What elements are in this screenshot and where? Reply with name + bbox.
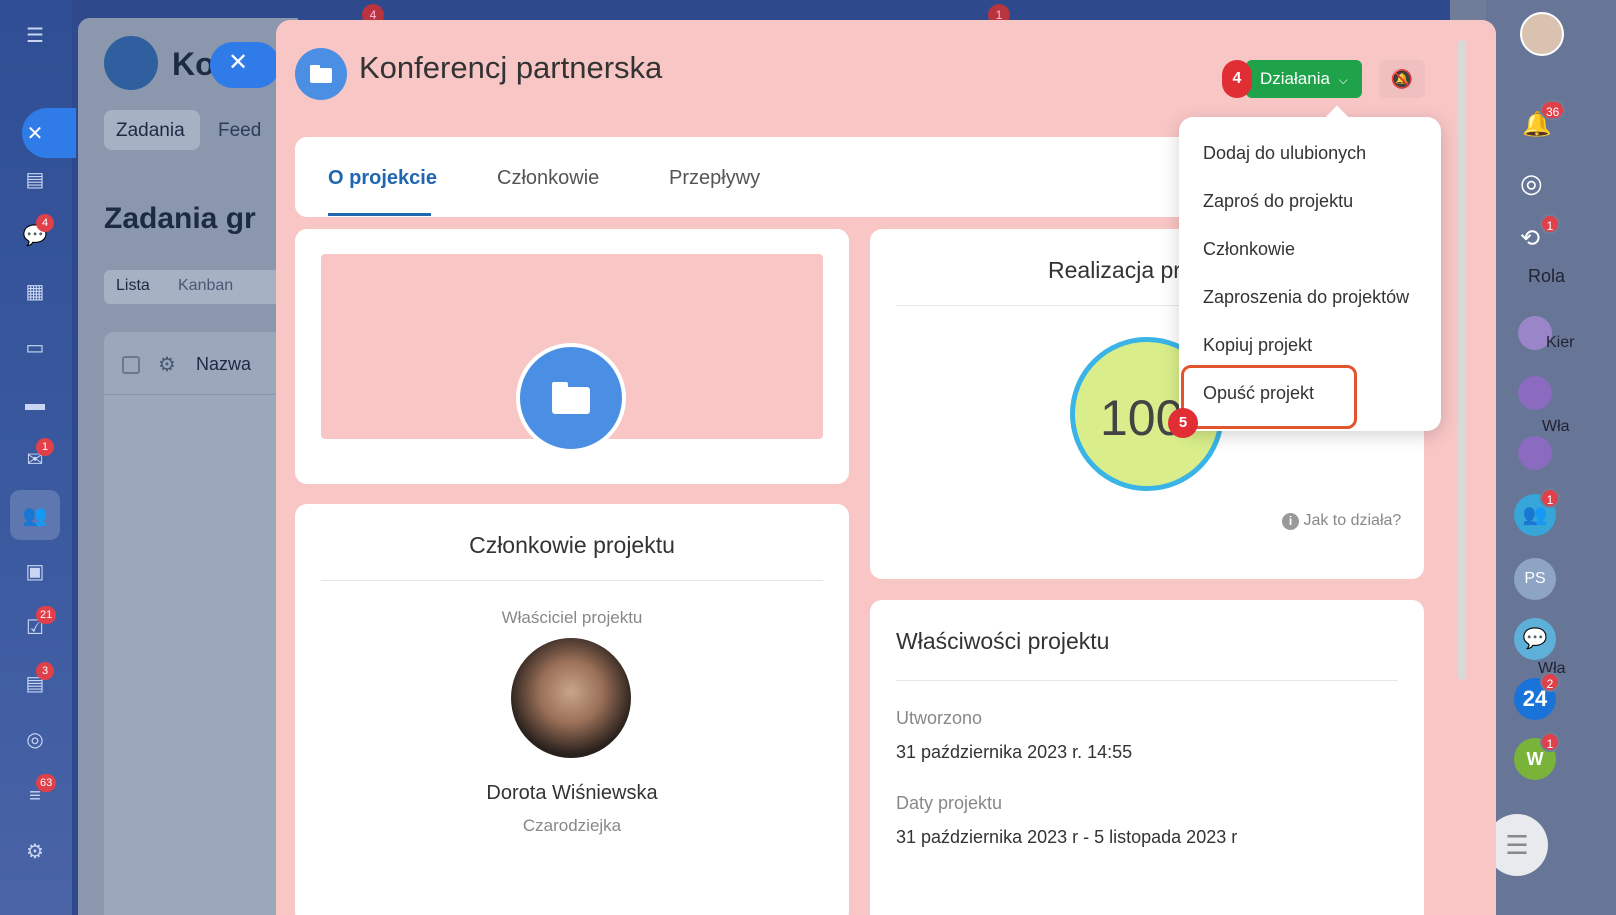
tab-czlonkowie[interactable]: Członkowie: [497, 167, 599, 190]
help-link[interactable]: i Jak to działa?: [1282, 512, 1401, 530]
chevron-down-icon: ⌵: [1338, 73, 1348, 87]
menu-members[interactable]: Członkowie: [1203, 239, 1295, 260]
progress-title: Realizacja pr: [1048, 257, 1181, 283]
ps-avatar[interactable]: PS: [1514, 558, 1556, 600]
actions-label: Działania: [1260, 69, 1330, 88]
sync-icon[interactable]: ⟲: [1520, 224, 1540, 253]
left-sidebar: ☰ ✕ ▤ 💬 4 ▦ ▭ ▬ ✉ 1 👥 ▣ ☑ 21 ▤ 3 ◎ ≡ 63 …: [0, 0, 76, 915]
actions-dropdown: Dodaj do ulubionych Zaproś do projektu C…: [1179, 105, 1441, 431]
project-cover-card: [295, 229, 849, 484]
menu-invitations[interactable]: Zaproszenia do projektów: [1203, 287, 1409, 308]
tab-o-projekcie[interactable]: O projekcie: [328, 167, 437, 190]
scrollbar[interactable]: [1458, 40, 1465, 680]
menu-add-favorites[interactable]: Dodaj do ulubionych: [1203, 143, 1366, 164]
automation-badge: 63: [36, 774, 57, 792]
tasks-badge: 21: [36, 606, 57, 624]
mute-bell-icon[interactable]: 🔕: [1379, 60, 1425, 98]
crm-badge: 3: [36, 662, 54, 680]
members-title: Członkowie projektu: [469, 532, 675, 558]
project-slider: Konferencj partnerska Działania ⌵ 4 🔕 O …: [276, 20, 1496, 915]
rail-avatar-3[interactable]: [1518, 436, 1552, 470]
created-label: Utworzono: [896, 708, 983, 728]
groups-icon[interactable]: 👥: [21, 502, 49, 530]
project-title: Konferencj partnerska: [359, 50, 663, 85]
users-badge: 1: [1540, 488, 1560, 508]
chat-bubble-icon[interactable]: 💬: [1514, 618, 1556, 660]
step-4-badge: 4: [1222, 60, 1252, 98]
menu-icon[interactable]: ☰: [21, 22, 49, 50]
created-value: 31 października 2023 r. 14:55: [896, 742, 1133, 762]
background-page: Ko ✕ Zadania Feed Zadania gr Lista Kanba…: [78, 18, 298, 915]
bg-view-kanban[interactable]: Kanban: [178, 277, 233, 295]
target-icon[interactable]: ◎: [21, 726, 49, 754]
rail-avatar-2[interactable]: [1518, 376, 1552, 410]
calendar-icon[interactable]: ▦: [21, 278, 49, 306]
members-card: Członkowie projektu Właściciel projektu …: [295, 504, 849, 915]
bg-heading: Zadania gr: [104, 202, 256, 235]
rail-frag-1: Kier: [1546, 334, 1575, 351]
copilot-icon[interactable]: ◎: [1520, 168, 1543, 199]
close-icon[interactable]: ✕: [21, 120, 49, 148]
notifications-badge: 36: [1540, 100, 1566, 120]
board-icon[interactable]: ▣: [21, 558, 49, 586]
sync-badge: 1: [1540, 214, 1560, 234]
menu-leave-project[interactable]: Opuść projekt: [1203, 383, 1314, 404]
document-icon[interactable]: ▭: [21, 334, 49, 362]
owner-role: Czarodziejka: [522, 816, 622, 835]
newsfeed-icon[interactable]: ▤: [21, 166, 49, 194]
bg-close-icon[interactable]: ✕: [228, 48, 248, 77]
info-icon: i: [1282, 513, 1299, 530]
role-label: Rola: [1528, 266, 1566, 286]
active-tab-underline: [328, 213, 431, 216]
bg-tab-feed[interactable]: Feed: [218, 120, 261, 142]
cover-folder-icon: [516, 343, 626, 453]
drive-icon[interactable]: ▬: [21, 390, 49, 418]
bg-title: Ko: [172, 46, 215, 82]
bg-tab-zadania[interactable]: Zadania: [116, 120, 185, 142]
w-badge: 1: [1540, 732, 1560, 752]
owner-avatar[interactable]: [511, 638, 631, 758]
owner-label: Właściciel projektu: [501, 608, 643, 627]
tab-przeplywy[interactable]: Przepływy: [669, 167, 760, 190]
chat-badge: 4: [36, 214, 54, 232]
dates-value: 31 października 2023 r - 5 listopada 202…: [896, 827, 1238, 847]
properties-card: Właściwości projektu Utworzono 31 paździ…: [870, 600, 1424, 915]
rail-frag-2: Wła: [1542, 418, 1570, 435]
user-avatar[interactable]: [1520, 12, 1564, 56]
project-folder-icon: [295, 48, 347, 100]
b24-badge: 2: [1540, 672, 1560, 692]
mail-badge: 1: [36, 438, 54, 456]
settings-icon[interactable]: ⚙: [21, 838, 49, 866]
bg-column-name: Nazwa: [196, 354, 252, 374]
step-5-badge: 5: [1168, 408, 1198, 438]
bg-view-lista[interactable]: Lista: [116, 277, 150, 295]
properties-title: Właściwości projektu: [896, 628, 1110, 654]
bg-gear-icon[interactable]: ⚙: [158, 352, 176, 377]
menu-copy-project[interactable]: Kopiuj projekt: [1203, 335, 1312, 356]
actions-button[interactable]: Działania ⌵: [1246, 60, 1362, 98]
bg-checkbox[interactable]: [122, 356, 140, 374]
dates-label: Daty projektu: [896, 793, 1003, 813]
owner-name[interactable]: Dorota Wiśniewska: [295, 782, 849, 805]
help-text: Jak to działa?: [1303, 512, 1402, 529]
menu-invite[interactable]: Zaproś do projektu: [1203, 191, 1353, 212]
